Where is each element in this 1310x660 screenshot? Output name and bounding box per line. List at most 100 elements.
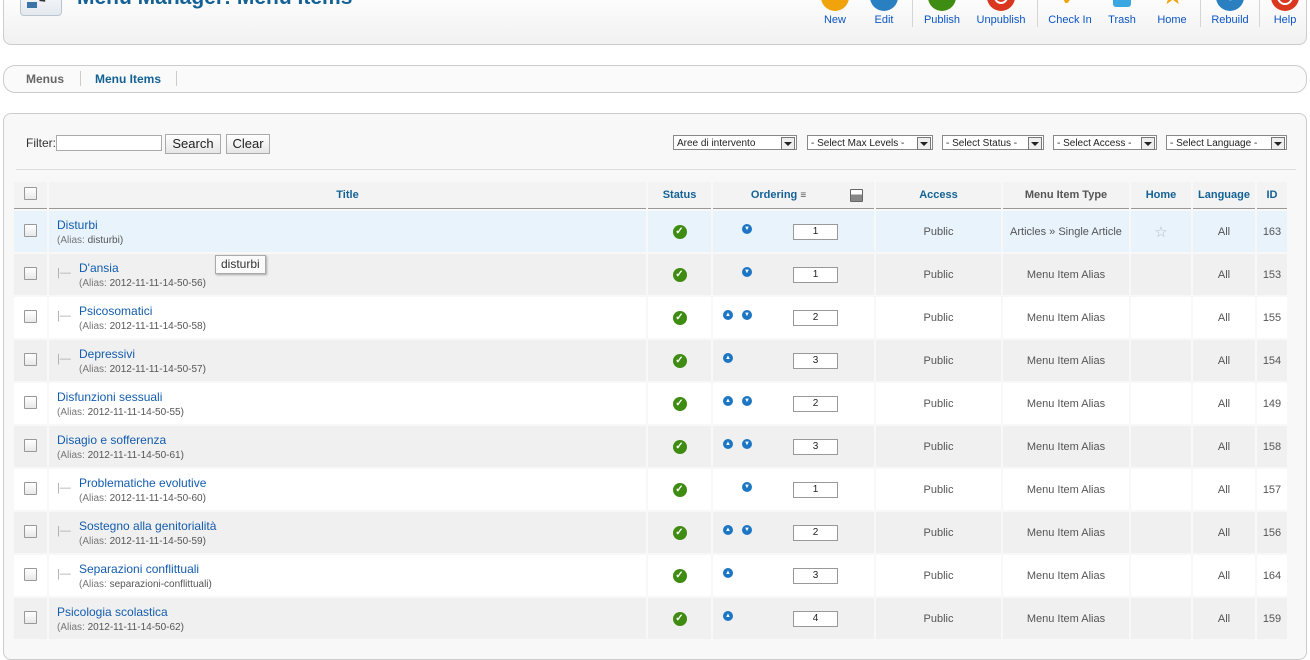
ordering-input[interactable]: 3 <box>793 568 838 584</box>
published-icon[interactable]: ✓ <box>672 396 687 411</box>
menu-item-title-link[interactable]: Disturbi <box>57 218 646 232</box>
column-home[interactable]: Home <box>1131 182 1191 209</box>
row-checkbox[interactable] <box>24 352 37 366</box>
home-button[interactable]: ★ Home <box>1146 0 1198 26</box>
ordering-input[interactable]: 2 <box>793 525 838 541</box>
id-cell: 155 <box>1257 297 1287 338</box>
published-icon[interactable]: ✓ <box>672 267 687 282</box>
menu-item-title-link[interactable]: Psicosomatici <box>79 304 646 318</box>
move-down-icon[interactable]: ▼ <box>742 267 752 277</box>
language-select[interactable]: - Select Language - <box>1166 135 1287 150</box>
menu-item-title-link[interactable]: Problematiche evolutive <box>79 476 646 490</box>
ordering-input[interactable]: 3 <box>793 353 838 369</box>
default-home-star-icon[interactable]: ☆ <box>1154 224 1167 241</box>
menu-item-title-link[interactable]: Separazioni conflittuali <box>79 562 646 576</box>
trash-button[interactable]: Trash <box>1096 0 1148 26</box>
move-up-icon[interactable]: ▲ <box>723 525 733 535</box>
menu-item-title-link[interactable]: D'ansia <box>79 261 646 275</box>
menu-item-title-link[interactable]: Disagio e sofferenza <box>57 433 646 447</box>
published-icon[interactable]: ✓ <box>672 525 687 540</box>
clear-button[interactable]: Clear <box>226 134 270 154</box>
language-cell: All <box>1193 469 1255 510</box>
published-icon[interactable]: ✓ <box>672 439 687 454</box>
published-icon[interactable]: ✓ <box>672 353 687 368</box>
row-checkbox[interactable] <box>24 438 37 452</box>
row-checkbox[interactable] <box>24 524 37 538</box>
unpublish-button[interactable]: Unpublish <box>971 0 1031 26</box>
new-icon: + <box>821 0 849 11</box>
menu-item-title-link[interactable]: Psicologia scolastica <box>57 605 646 619</box>
ordering-input[interactable]: 2 <box>793 396 838 412</box>
access-select[interactable]: - Select Access - <box>1053 135 1157 150</box>
row-checkbox[interactable] <box>24 610 37 624</box>
ordering-input[interactable]: 3 <box>793 439 838 455</box>
tree-indent-icon: |— <box>57 568 71 580</box>
row-checkbox[interactable] <box>24 223 37 237</box>
help-button[interactable]: Help <box>1262 0 1308 26</box>
column-title[interactable]: Title <box>49 182 646 209</box>
move-down-icon[interactable]: ▼ <box>742 525 752 535</box>
max-levels-select[interactable]: - Select Max Levels - <box>807 135 933 150</box>
home-cell <box>1131 340 1191 381</box>
tree-indent-icon: |— <box>57 482 71 494</box>
move-up-icon[interactable]: ▲ <box>723 310 733 320</box>
column-access[interactable]: Access <box>876 182 1001 209</box>
menu-item-title-link[interactable]: Sostegno alla genitorialità <box>79 519 646 533</box>
save-order-icon[interactable] <box>850 189 863 202</box>
check-in-button[interactable]: ✓ Check In <box>1042 0 1098 26</box>
published-icon[interactable]: ✓ <box>672 611 687 626</box>
select-all-checkbox[interactable] <box>24 187 37 200</box>
ordering-input[interactable]: 1 <box>793 482 838 498</box>
column-language[interactable]: Language <box>1193 182 1255 209</box>
id-cell: 154 <box>1257 340 1287 381</box>
menu-item-title-link[interactable]: Depressivi <box>79 347 646 361</box>
move-up-icon[interactable]: ▲ <box>723 439 733 449</box>
ordering-input[interactable]: 2 <box>793 310 838 326</box>
row-checkbox[interactable] <box>24 567 37 581</box>
tab-menus[interactable]: Menus <box>26 72 64 86</box>
published-icon[interactable]: ✓ <box>672 310 687 325</box>
rebuild-icon: ↻ <box>1216 0 1244 11</box>
move-up-icon[interactable]: ▲ <box>723 396 733 406</box>
row-checkbox[interactable] <box>24 481 37 495</box>
move-down-icon[interactable]: ▼ <box>742 482 752 492</box>
menu-item-alias: (Alias: 2012-11-11-14-50-60) <box>79 492 206 504</box>
edit-button[interactable]: ✎ Edit <box>858 0 910 26</box>
ordering-input[interactable]: 4 <box>793 611 838 627</box>
move-down-icon[interactable]: ▼ <box>742 439 752 449</box>
move-up-icon[interactable]: ▲ <box>723 568 733 578</box>
row-select-cell <box>14 254 47 295</box>
column-status[interactable]: Status <box>648 182 711 209</box>
move-down-icon[interactable]: ▼ <box>742 224 752 234</box>
move-down-icon[interactable]: ▼ <box>742 396 752 406</box>
row-checkbox[interactable] <box>24 395 37 409</box>
ordering-input[interactable]: 1 <box>793 224 838 240</box>
filter-search-input[interactable] <box>56 135 162 151</box>
search-button[interactable]: Search <box>165 134 221 154</box>
row-checkbox[interactable] <box>24 266 37 280</box>
row-select-cell <box>14 598 47 639</box>
menu-item-title-link[interactable]: Disfunzioni sessuali <box>57 390 646 404</box>
move-down-icon[interactable]: ▼ <box>742 310 752 320</box>
published-icon[interactable]: ✓ <box>672 224 687 239</box>
rebuild-button[interactable]: ↻ Rebuild <box>1204 0 1256 26</box>
access-cell: Public <box>876 340 1001 381</box>
move-up-icon[interactable]: ▲ <box>723 611 733 621</box>
tab-menu-items[interactable]: Menu Items <box>95 72 161 86</box>
new-button[interactable]: + New <box>809 0 861 26</box>
row-checkbox[interactable] <box>24 309 37 323</box>
menu-select[interactable]: Aree di intervento <box>673 135 797 150</box>
column-id[interactable]: ID <box>1257 182 1287 209</box>
status-select[interactable]: - Select Status - <box>942 135 1044 150</box>
column-menu-item-type: Menu Item Type <box>1003 182 1129 209</box>
published-icon[interactable]: ✓ <box>672 482 687 497</box>
move-up-icon[interactable]: ▲ <box>723 353 733 363</box>
column-ordering[interactable]: Ordering ≡ <box>713 182 874 209</box>
id-cell: 158 <box>1257 426 1287 467</box>
ordering-cell: ▲ ▼ 2 <box>713 297 874 338</box>
ordering-input[interactable]: 1 <box>793 267 838 283</box>
id-cell: 164 <box>1257 555 1287 596</box>
publish-button[interactable]: ✓ Publish <box>916 0 968 26</box>
row-select-cell <box>14 383 47 424</box>
published-icon[interactable]: ✓ <box>672 568 687 583</box>
